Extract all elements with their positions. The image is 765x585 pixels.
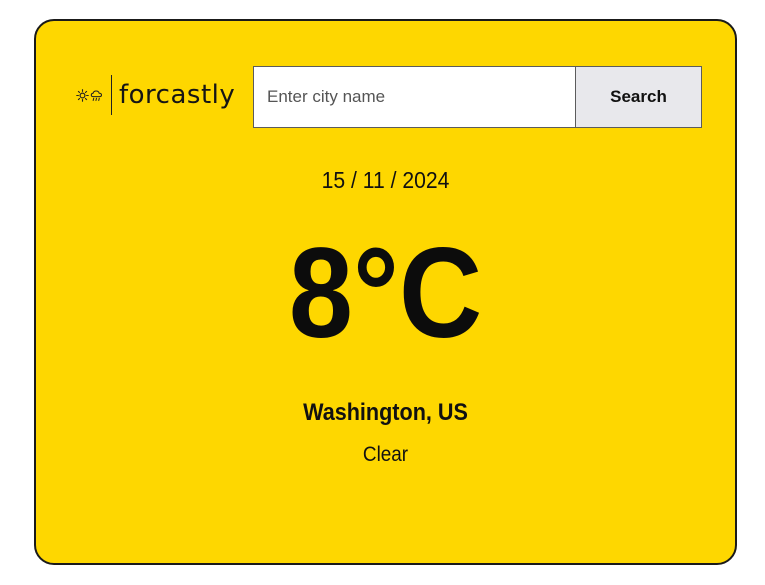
city-search-input[interactable] <box>253 66 575 128</box>
weather-card: forcastly Search 15 / 11 / 2024 8°C Wash… <box>34 19 737 565</box>
logo-text: forcastly <box>119 80 236 110</box>
search-button[interactable]: Search <box>575 66 702 128</box>
logo-icons <box>76 75 112 115</box>
logo: forcastly <box>76 75 235 115</box>
cloud-rain-icon <box>90 90 103 101</box>
condition-label: Clear <box>362 443 409 466</box>
temperature-display: 8°C <box>288 222 483 365</box>
location-label: Washington, US <box>303 399 468 426</box>
header: forcastly Search <box>76 65 702 128</box>
date-label: 15 / 11 / 2024 <box>321 167 450 193</box>
sun-icon <box>76 88 89 102</box>
